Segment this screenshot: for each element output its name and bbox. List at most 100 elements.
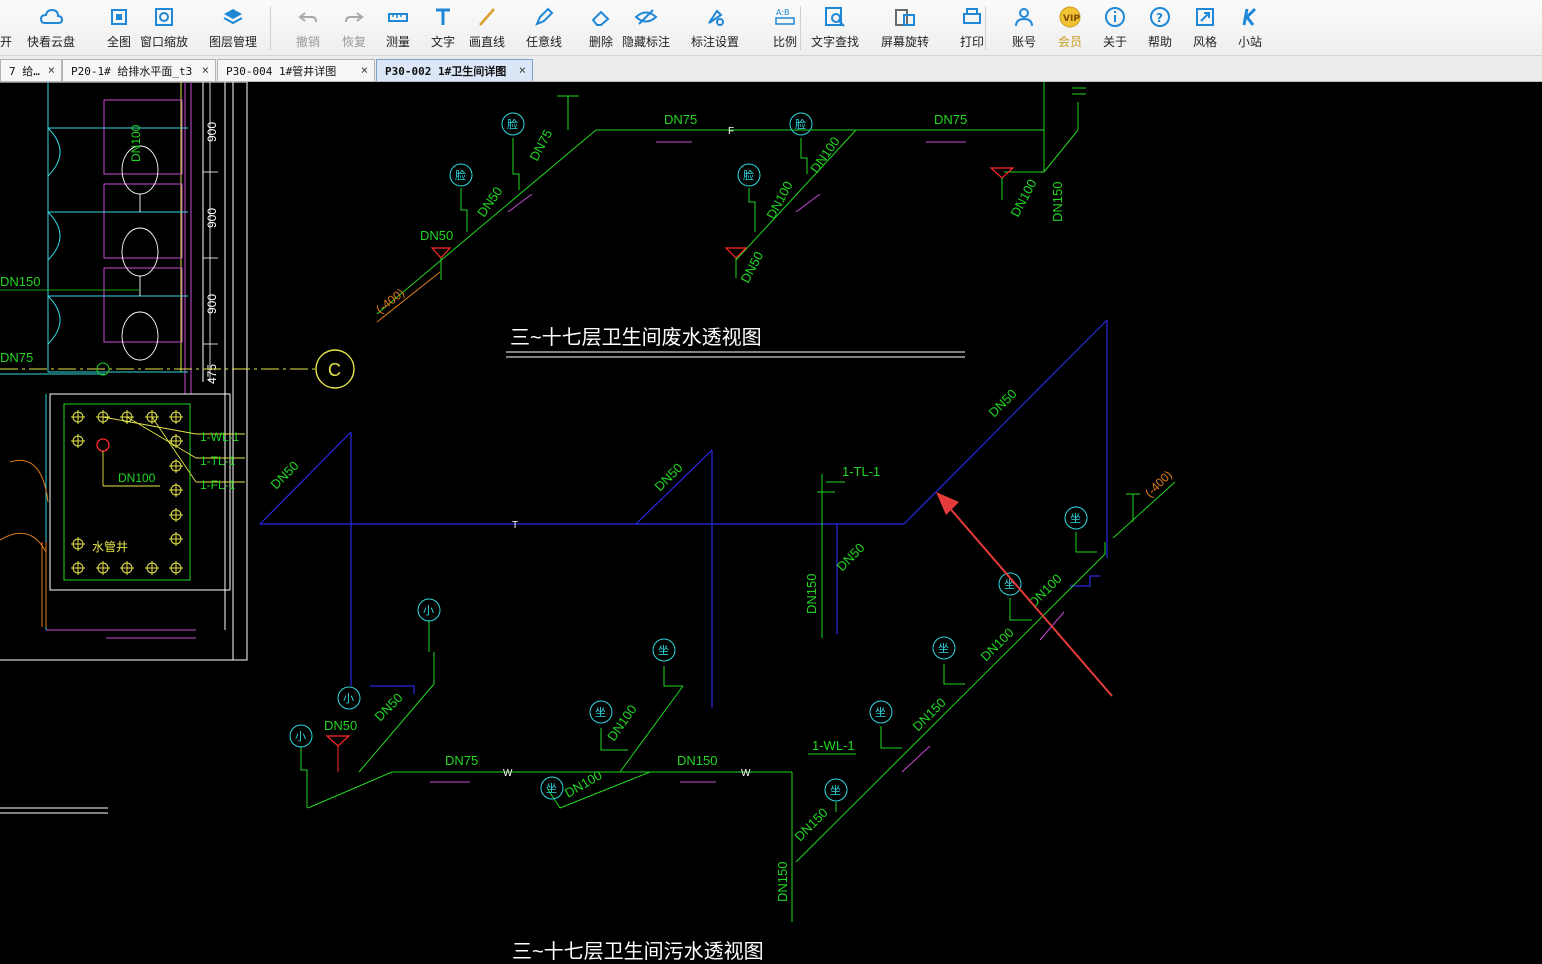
sewage-dn100-c: DN100: [978, 625, 1017, 664]
toolbar-label: 任意线: [525, 35, 562, 49]
fixture-basin-1: 脸: [507, 117, 518, 131]
toolbar-button-11[interactable]: 删除: [576, 3, 626, 53]
waste-dn50-a: DN50: [474, 184, 505, 220]
pipe-marker-cross: [169, 459, 183, 473]
close-icon[interactable]: ×: [202, 63, 209, 77]
tab-label: 7 给…: [9, 64, 40, 78]
toolbar-button-3[interactable]: 窗口缩放: [139, 3, 189, 53]
sewage-level-mark: (-400): [1142, 468, 1175, 501]
fixture-urinal-2: 小: [423, 604, 434, 617]
document-tab-3[interactable]: P30-002 1#卫生间详图 ×: [376, 59, 533, 81]
pipe-marker-cross: [145, 561, 159, 575]
toolbar-button-22[interactable]: 风格: [1180, 3, 1230, 53]
toolbar-label: 快看云盘: [26, 35, 75, 49]
toolbar-button-8[interactable]: 文字: [418, 3, 468, 53]
toolbar-label: 打印: [959, 35, 984, 49]
toolbar-button-13[interactable]: 标注设置: [690, 3, 740, 53]
pipe-marker-cross: [169, 483, 183, 497]
fixture-toilet-2: 坐: [658, 644, 669, 657]
document-tab-2[interactable]: P30-004 1#管井详图 ×: [217, 59, 375, 81]
toolbar-button-10[interactable]: 任意线: [519, 3, 569, 53]
plan-tl-label: 1-TL-1: [200, 454, 236, 468]
toolbar-label: 文字查找: [810, 35, 859, 49]
tab-label: P30-002 1#卫生间详图: [385, 64, 507, 78]
help-icon: ?: [1148, 3, 1172, 31]
pipe-marker-cross: [96, 561, 110, 575]
toolbar-button-20[interactable]: 关于: [1090, 3, 1140, 53]
toolbar-label: 帮助: [1147, 35, 1172, 49]
sewage-dn100-d: DN100: [1026, 571, 1065, 610]
toolbar-button-2[interactable]: 全图: [94, 3, 144, 53]
toolbar-button-14[interactable]: A:B 比例: [760, 3, 810, 53]
layers-icon: [221, 3, 245, 31]
toolbar-button-23[interactable]: 小站: [1225, 3, 1275, 53]
waste-title: 三~十七层卫生间废水透视图: [510, 326, 762, 349]
toolbar-button-9[interactable]: 画直线: [462, 3, 512, 53]
toolbar-label: 关于: [1102, 35, 1127, 49]
pipe-marker-cross: [120, 561, 134, 575]
waste-dn75-riser: DN75: [526, 127, 555, 163]
main-toolbar: 开快看云盘 全图 窗口缩放 图层管理 撤销 恢复 测量 文字 画直线 任意线 删除 隐藏标注 标注设置 A…: [0, 0, 1542, 56]
sewage-t-mark: T: [512, 520, 518, 531]
toolbar-label: 隐藏标注: [621, 35, 670, 49]
pipe-marker-cross: [169, 561, 183, 575]
document-tab-bar: 7 给… × P20-1# 给排水平面_t3 × P30-004 1#管井详图 × P30-…: [0, 56, 1542, 82]
fit-view-icon: [107, 3, 131, 31]
plan-dn150-label: DN150: [0, 274, 40, 289]
dim-900-a: 900: [205, 122, 219, 142]
k-logo-icon: [1238, 3, 1262, 31]
plan-dn100-label: DN100: [129, 124, 143, 162]
ruler-icon: [386, 3, 410, 31]
close-icon[interactable]: ×: [48, 63, 55, 77]
close-icon[interactable]: ×: [361, 63, 368, 77]
sewage-dn150-main: DN150: [677, 753, 717, 768]
sewage-w-mark-a: W: [503, 768, 513, 779]
toolbar-button-16[interactable]: 屏幕旋转: [880, 3, 930, 53]
floor-plan: 900 900 900 475 DN100 DN150 DN75 C 1-WL-…: [0, 82, 355, 814]
waste-dn150: DN150: [1050, 182, 1065, 222]
toolbar-button-15[interactable]: 文字查找: [810, 3, 860, 53]
toolbar-button-17[interactable]: 打印: [947, 3, 997, 53]
plan-dn75-label: DN75: [0, 350, 33, 365]
toolbar-button-12[interactable]: 隐藏标注: [621, 3, 671, 53]
sewage-dn50-e: DN50: [372, 690, 406, 724]
pipe-marker-cross: [71, 434, 85, 448]
pipe-marker-cross: [71, 561, 85, 575]
document-tab-0[interactable]: 7 给… ×: [0, 59, 62, 81]
fixture-toilet-5: 坐: [1070, 512, 1081, 525]
text-search-icon: [823, 3, 847, 31]
close-icon[interactable]: ×: [519, 63, 526, 77]
toolbar-button-18[interactable]: 账号: [999, 3, 1049, 53]
fixture-basin-4: 脸: [743, 168, 754, 182]
toolbar-label: 风格: [1192, 35, 1217, 49]
sewage-tl-label: 1-TL-1: [842, 464, 880, 479]
toolbar-label: 恢复: [341, 35, 366, 49]
toolbar-button-1[interactable]: 快看云盘: [26, 3, 76, 53]
toolbar-button-6[interactable]: 恢复: [329, 3, 379, 53]
sewage-dn150-d: DN150: [792, 805, 831, 844]
fixture-basin-3: 脸: [795, 117, 806, 131]
sewage-dn150-c: DN150: [910, 695, 949, 734]
plan-fl-label: 1-FL-1: [200, 478, 236, 492]
toolbar-button-5[interactable]: 撤销: [283, 3, 333, 53]
toolbar-button-4[interactable]: 图层管理: [208, 3, 258, 53]
tab-label: P20-1# 给排水平面_t3: [71, 64, 193, 78]
toolbar-button-21[interactable]: ? 帮助: [1135, 3, 1185, 53]
waste-dn75-main-b: DN75: [934, 112, 967, 127]
toolbar-label: 画直线: [468, 35, 505, 49]
toolbar-label: 窗口缩放: [139, 35, 188, 49]
toolbar-label: 删除: [588, 35, 613, 49]
document-tab-1[interactable]: P20-1# 给排水平面_t3 ×: [62, 59, 216, 81]
annotation-settings-icon: [703, 3, 727, 31]
cad-drawing-canvas[interactable]: 900 900 900 475 DN100 DN150 DN75 C 1-WL-…: [0, 82, 1542, 964]
zoom-window-icon: [152, 3, 176, 31]
fixture-toilet-3: 坐: [938, 642, 949, 655]
toolbar-label: 比例: [772, 35, 797, 49]
pipe-marker-cross: [71, 537, 85, 551]
toolbar-button-0[interactable]: 开: [0, 3, 12, 53]
waste-dn75-main-a: DN75: [664, 112, 697, 127]
toolbar-button-19[interactable]: VIP 会员: [1045, 3, 1095, 53]
toolbar-button-7[interactable]: 测量: [373, 3, 423, 53]
waste-dn100-a: DN100: [807, 134, 842, 176]
pipe-marker-cross: [169, 410, 183, 424]
